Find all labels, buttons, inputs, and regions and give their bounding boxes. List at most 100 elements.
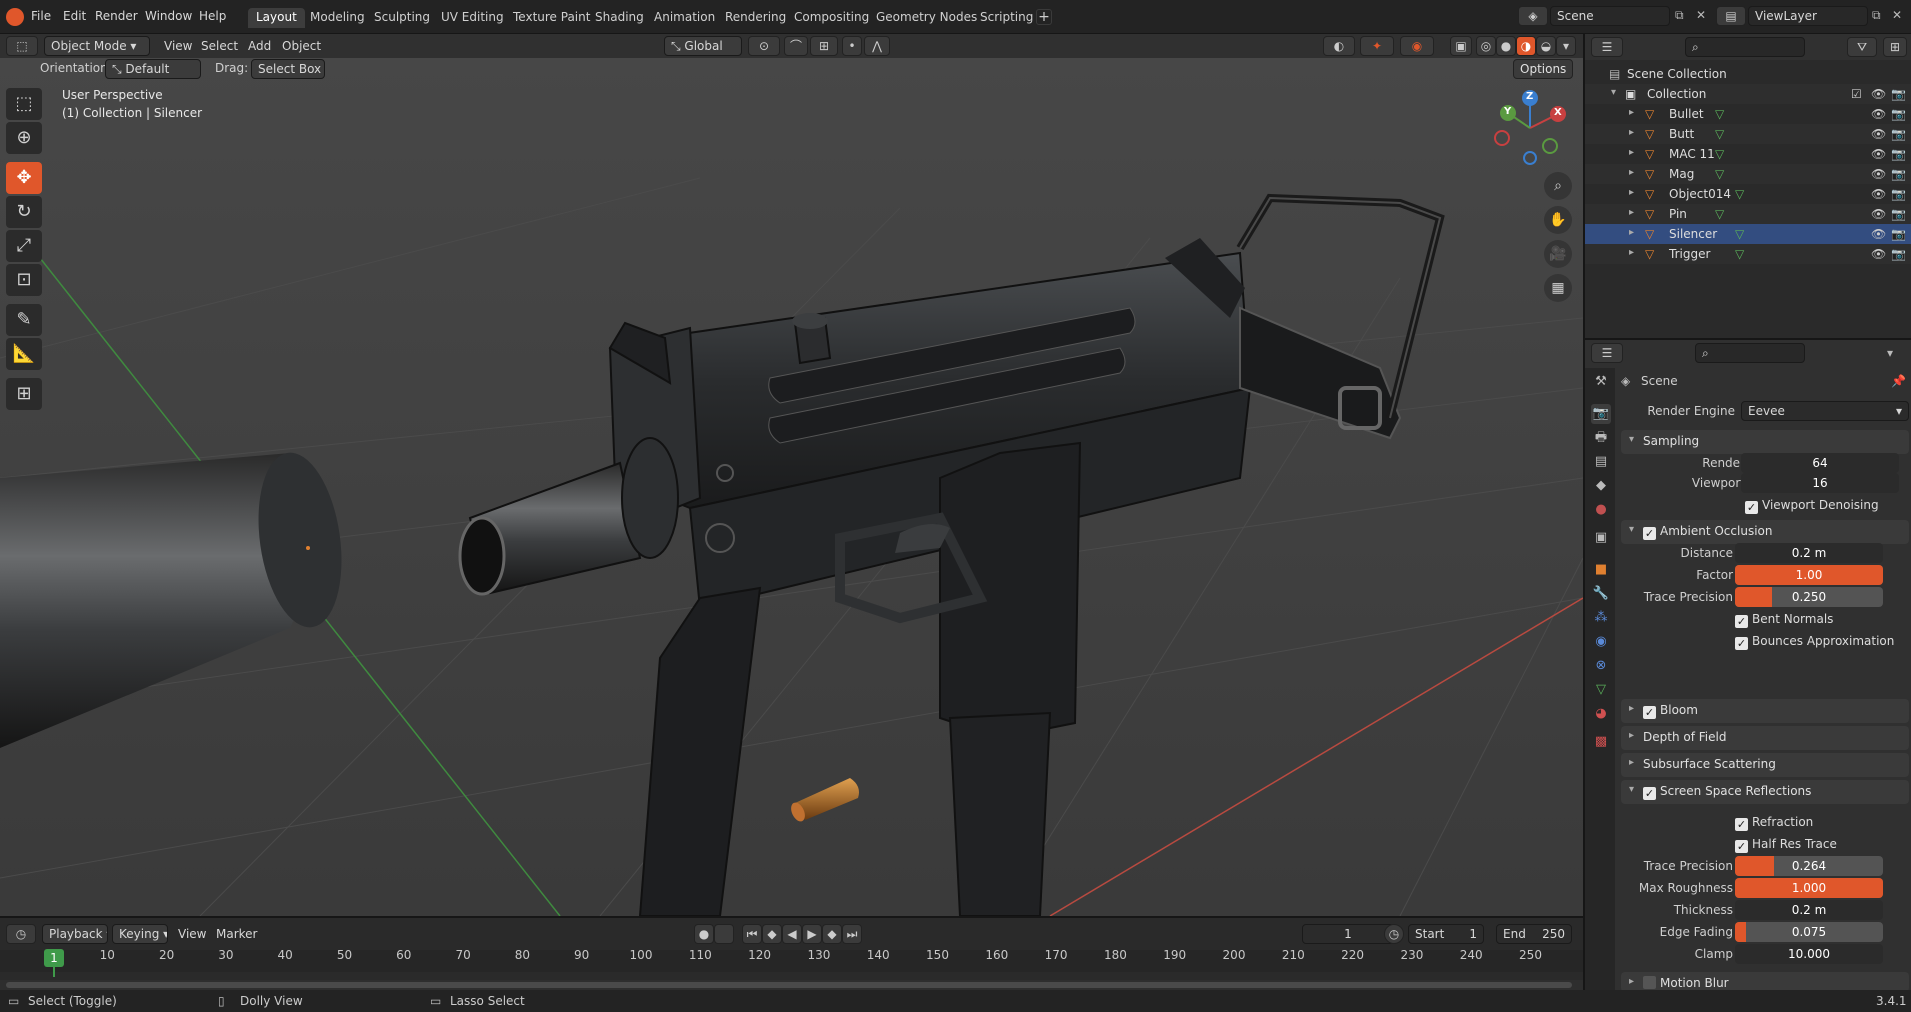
scale-tool-icon[interactable]: ⤢ [6, 230, 42, 262]
expand-object-icon[interactable]: ▸ [1629, 147, 1634, 158]
motion-blur-checkbox[interactable] [1643, 976, 1656, 989]
auto-keying-icon[interactable] [714, 924, 734, 944]
output-tab-icon[interactable]: 🖶 [1591, 428, 1611, 448]
render-tab-icon[interactable]: 📷 [1591, 404, 1611, 424]
collection-camera-icon[interactable]: 📷 [1891, 87, 1906, 101]
constraints-tab-icon[interactable]: ⊗ [1591, 656, 1611, 676]
object-eye-icon[interactable]: 👁 [1871, 127, 1886, 141]
outliner-row-object[interactable]: ▸ ▽ Object014 ▽ 👁 📷 [1585, 184, 1911, 204]
dof-panel-header[interactable]: ▸ Depth of Field [1621, 726, 1909, 750]
ssr-trace-slider[interactable]: 0.264 [1735, 856, 1883, 876]
tab-texture-paint[interactable]: Texture Paint [505, 8, 598, 28]
timeline-scrollbar[interactable] [0, 980, 1583, 990]
tab-animation[interactable]: Animation [646, 8, 723, 28]
object-camera-icon[interactable]: 📷 [1891, 187, 1906, 201]
visibility-icon[interactable]: ◐ [1323, 36, 1355, 56]
ao-enable-checkbox[interactable]: ✓ [1643, 527, 1656, 540]
measure-tool-icon[interactable]: 📐 [6, 338, 42, 370]
tab-scripting[interactable]: Scripting [972, 8, 1041, 28]
object-eye-icon[interactable]: 👁 [1871, 207, 1886, 221]
ssr-clamp-field[interactable]: 10.000 [1735, 944, 1883, 964]
expand-collection-icon[interactable]: ▾ [1611, 87, 1616, 98]
bloom-enable-checkbox[interactable]: ✓ [1643, 706, 1656, 719]
outliner-row-object[interactable]: ▸ ▽ Mag ▽ 👁 📷 [1585, 164, 1911, 184]
start-frame-field[interactable]: Start 1 [1408, 924, 1484, 944]
particles-tab-icon[interactable]: ⁂ [1591, 608, 1611, 628]
move-tool-icon[interactable]: ✥ [6, 162, 42, 194]
play-reverse-icon[interactable]: ◀ [782, 924, 802, 944]
transform-orientation-dropdown[interactable]: ⤡ Global [664, 36, 742, 56]
world-tab-icon[interactable]: ● [1591, 500, 1611, 520]
mode-dropdown[interactable]: Object Mode ▾ [44, 36, 150, 56]
expand-object-icon[interactable]: ▸ [1629, 107, 1634, 118]
collection-checkbox-icon[interactable]: ☑ [1851, 87, 1862, 101]
properties-search-input[interactable]: ⌕ [1695, 343, 1805, 363]
overlays-icon[interactable]: ◉ [1400, 36, 1434, 56]
menu-view[interactable]: View [164, 39, 192, 53]
menu-window[interactable]: Window [145, 9, 192, 23]
tab-layout[interactable]: Layout [248, 8, 305, 28]
scene-name-field[interactable]: Scene [1550, 6, 1670, 26]
cursor-tool-icon[interactable]: ⊕ [6, 122, 42, 154]
timeline-editor-icon[interactable]: ◷ [6, 924, 36, 944]
ssr-enable-checkbox[interactable]: ✓ [1643, 787, 1656, 800]
object-camera-icon[interactable]: 📷 [1891, 167, 1906, 181]
render-engine-dropdown[interactable]: Eevee ▾ [1741, 401, 1909, 421]
material-tab-icon[interactable]: ◕ [1591, 704, 1611, 724]
sampling-panel-header[interactable]: ▾ Sampling [1621, 430, 1909, 454]
3d-viewport[interactable]: Orientation: ⤡ Default Drag: Select Box … [0, 58, 1583, 916]
add-cube-tool-icon[interactable]: ⊞ [6, 378, 42, 410]
wireframe-shading-icon[interactable]: ◎ [1476, 36, 1496, 56]
filter-icon[interactable]: ⛛ [1847, 37, 1877, 57]
outliner-row-object[interactable]: ▸ ▽ Trigger ▽ 👁 📷 [1585, 244, 1911, 264]
rendered-shading-icon[interactable]: ◒ [1536, 36, 1556, 56]
tool-tab-icon[interactable]: ⚒ [1591, 372, 1611, 392]
tab-shading[interactable]: Shading [587, 8, 652, 28]
collection-eye-icon[interactable]: 👁 [1871, 87, 1886, 101]
outliner-row-collection[interactable]: ▾ ▣ Collection ☑ 👁 📷 [1585, 84, 1911, 104]
select-box-tool-icon[interactable]: ⬚ [6, 88, 42, 120]
xray-icon[interactable]: ▣ [1450, 36, 1472, 56]
outliner-row-object[interactable]: ▸ ▽ Bullet ▽ 👁 📷 [1585, 104, 1911, 124]
pin-icon[interactable]: 📌 [1891, 374, 1906, 388]
expand-object-icon[interactable]: ▸ [1629, 127, 1634, 138]
timeline-view-menu[interactable]: View [178, 927, 206, 941]
object-camera-icon[interactable]: 📷 [1891, 247, 1906, 261]
expand-object-icon[interactable]: ▸ [1629, 167, 1634, 178]
current-frame-field[interactable]: 1 [1302, 924, 1394, 944]
object-camera-icon[interactable]: 📷 [1891, 227, 1906, 241]
camera-view-icon[interactable]: 🎥 [1544, 240, 1572, 268]
navigation-gizmo[interactable]: Z Y X [1490, 88, 1570, 168]
menu-file[interactable]: File [31, 9, 51, 23]
rotate-tool-icon[interactable]: ↻ [6, 196, 42, 228]
ao-distance-field[interactable]: 0.2 m [1735, 543, 1883, 563]
properties-options-icon[interactable]: ▾ [1887, 346, 1893, 360]
tab-uv-editing[interactable]: UV Editing [433, 8, 512, 28]
bent-normals-checkbox[interactable]: ✓ Bent Normals [1735, 612, 1833, 628]
transform-tool-icon[interactable]: ⊡ [6, 264, 42, 296]
proportional-edit-icon[interactable]: • [842, 36, 862, 56]
editor-type-icon[interactable]: ⬚ [6, 36, 38, 56]
orientation-dropdown[interactable]: ⤡ Default [105, 59, 201, 79]
drag-dropdown[interactable]: Select Box [251, 59, 325, 79]
object-eye-icon[interactable]: 👁 [1871, 147, 1886, 161]
tab-sculpting[interactable]: Sculpting [366, 8, 438, 28]
menu-select[interactable]: Select [201, 39, 238, 53]
end-frame-field[interactable]: End 250 [1496, 924, 1572, 944]
sss-panel-header[interactable]: ▸ Subsurface Scattering [1621, 753, 1909, 777]
viewport-samples-field[interactable]: 16 [1741, 473, 1899, 493]
prev-keyframe-icon[interactable]: ◆ [762, 924, 782, 944]
playhead-frame-indicator[interactable]: 1 [44, 949, 64, 967]
tab-geometry-nodes[interactable]: Geometry Nodes [868, 8, 985, 28]
bounces-approx-checkbox[interactable]: ✓ Bounces Approximation [1735, 634, 1894, 650]
outliner-row-object[interactable]: ▸ ▽ Silencer ▽ 👁 📷 [1585, 224, 1911, 244]
properties-editor-icon[interactable]: ☰ [1591, 343, 1623, 363]
ao-factor-slider[interactable]: 1.00 [1735, 565, 1883, 585]
falloff-icon[interactable]: ⋀ [864, 36, 890, 56]
scene-selector-icon[interactable]: ◈ [1518, 6, 1548, 26]
expand-object-icon[interactable]: ▸ [1629, 247, 1634, 258]
view-layer-field[interactable]: ViewLayer [1748, 6, 1868, 26]
menu-help[interactable]: Help [199, 9, 226, 23]
material-shading-icon[interactable]: ◑ [1516, 36, 1536, 56]
delete-view-layer-icon[interactable]: ✕ [1892, 8, 1902, 22]
